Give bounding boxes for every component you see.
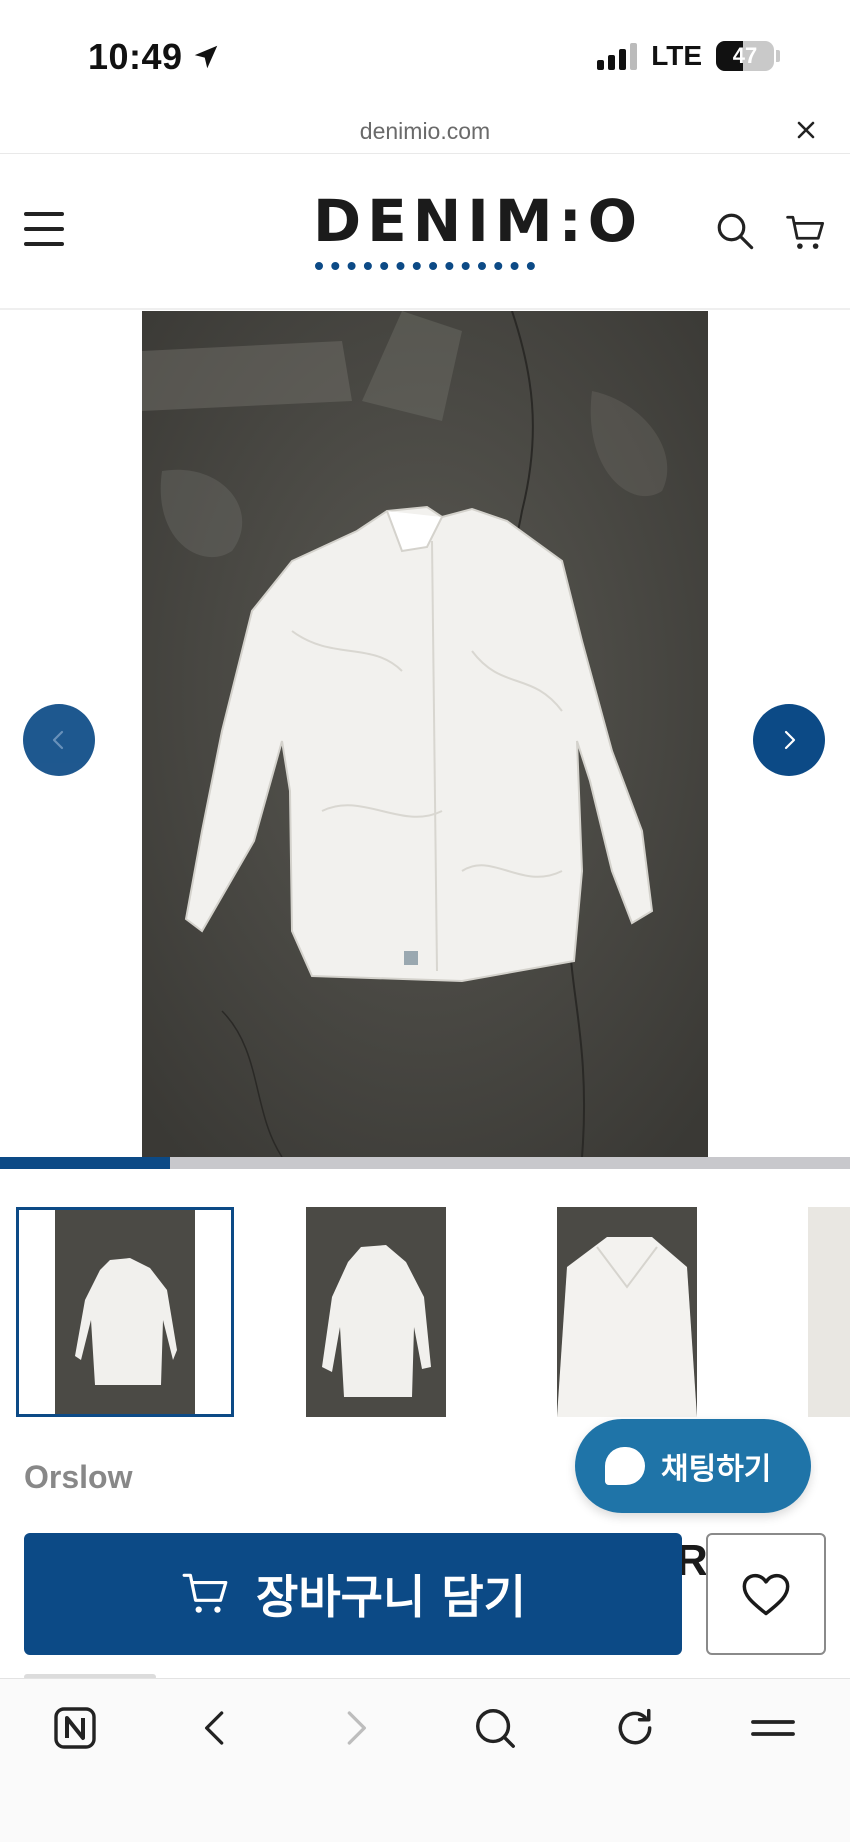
site-logo[interactable]: DENIM:O (313, 192, 637, 270)
browser-toolbar (0, 1678, 850, 1842)
thumbnail-4[interactable] (808, 1207, 850, 1417)
cellular-signal-icon (597, 42, 638, 70)
url-text[interactable]: denimio.com (0, 118, 850, 145)
shirt-photo-image (142, 311, 708, 1157)
product-brand[interactable]: Orslow (24, 1459, 132, 1496)
chevron-right-icon (784, 730, 796, 750)
cart-icon[interactable] (784, 212, 828, 254)
search-icon[interactable] (470, 1703, 520, 1753)
search-icon[interactable] (714, 210, 756, 252)
cart-icon (182, 1573, 228, 1613)
menu-icon[interactable] (748, 1703, 798, 1753)
chat-bubble-icon (605, 1447, 645, 1485)
thumbnail-image (55, 1210, 195, 1414)
network-type: LTE (651, 40, 702, 71)
battery-icon: 47 (716, 41, 774, 71)
next-image-button[interactable] (753, 704, 825, 776)
add-to-cart-button[interactable]: 장바구니 담기 (24, 1533, 682, 1655)
add-to-cart-label: 장바구니 담기 (256, 1570, 526, 1624)
chat-button[interactable]: 채팅하기 (575, 1419, 811, 1513)
battery-level: 47 (732, 43, 758, 68)
home-n-icon[interactable] (50, 1703, 100, 1753)
thumbnail-strip (0, 1203, 850, 1423)
thumbnail-image (306, 1207, 446, 1417)
gallery-progress-fill (0, 1157, 170, 1169)
heart-icon (742, 1573, 790, 1616)
site-header: DENIM:O (0, 156, 850, 310)
product-gallery[interactable] (0, 311, 850, 1157)
prev-image-button[interactable] (23, 704, 95, 776)
product-photo[interactable] (142, 311, 708, 1157)
wishlist-button[interactable] (706, 1533, 826, 1655)
reload-icon[interactable] (610, 1703, 660, 1753)
thumbnail-1[interactable] (16, 1207, 234, 1417)
close-icon[interactable] (792, 116, 820, 144)
thumbnail-2[interactable] (306, 1207, 446, 1417)
chat-label: 채팅하기 (661, 1452, 772, 1487)
location-arrow-icon (194, 45, 217, 69)
menu-icon[interactable] (24, 212, 64, 248)
thumbnail-3[interactable] (557, 1207, 697, 1417)
address-bar: denimio.com (0, 108, 850, 154)
forward-icon[interactable] (331, 1703, 381, 1753)
back-icon[interactable] (190, 1703, 240, 1753)
status-indicators: LTE 47 (597, 40, 780, 72)
status-time: 10:49 (88, 36, 221, 78)
gallery-progress (0, 1157, 850, 1169)
chevron-left-icon (52, 730, 64, 750)
thumbnail-image (557, 1207, 697, 1417)
